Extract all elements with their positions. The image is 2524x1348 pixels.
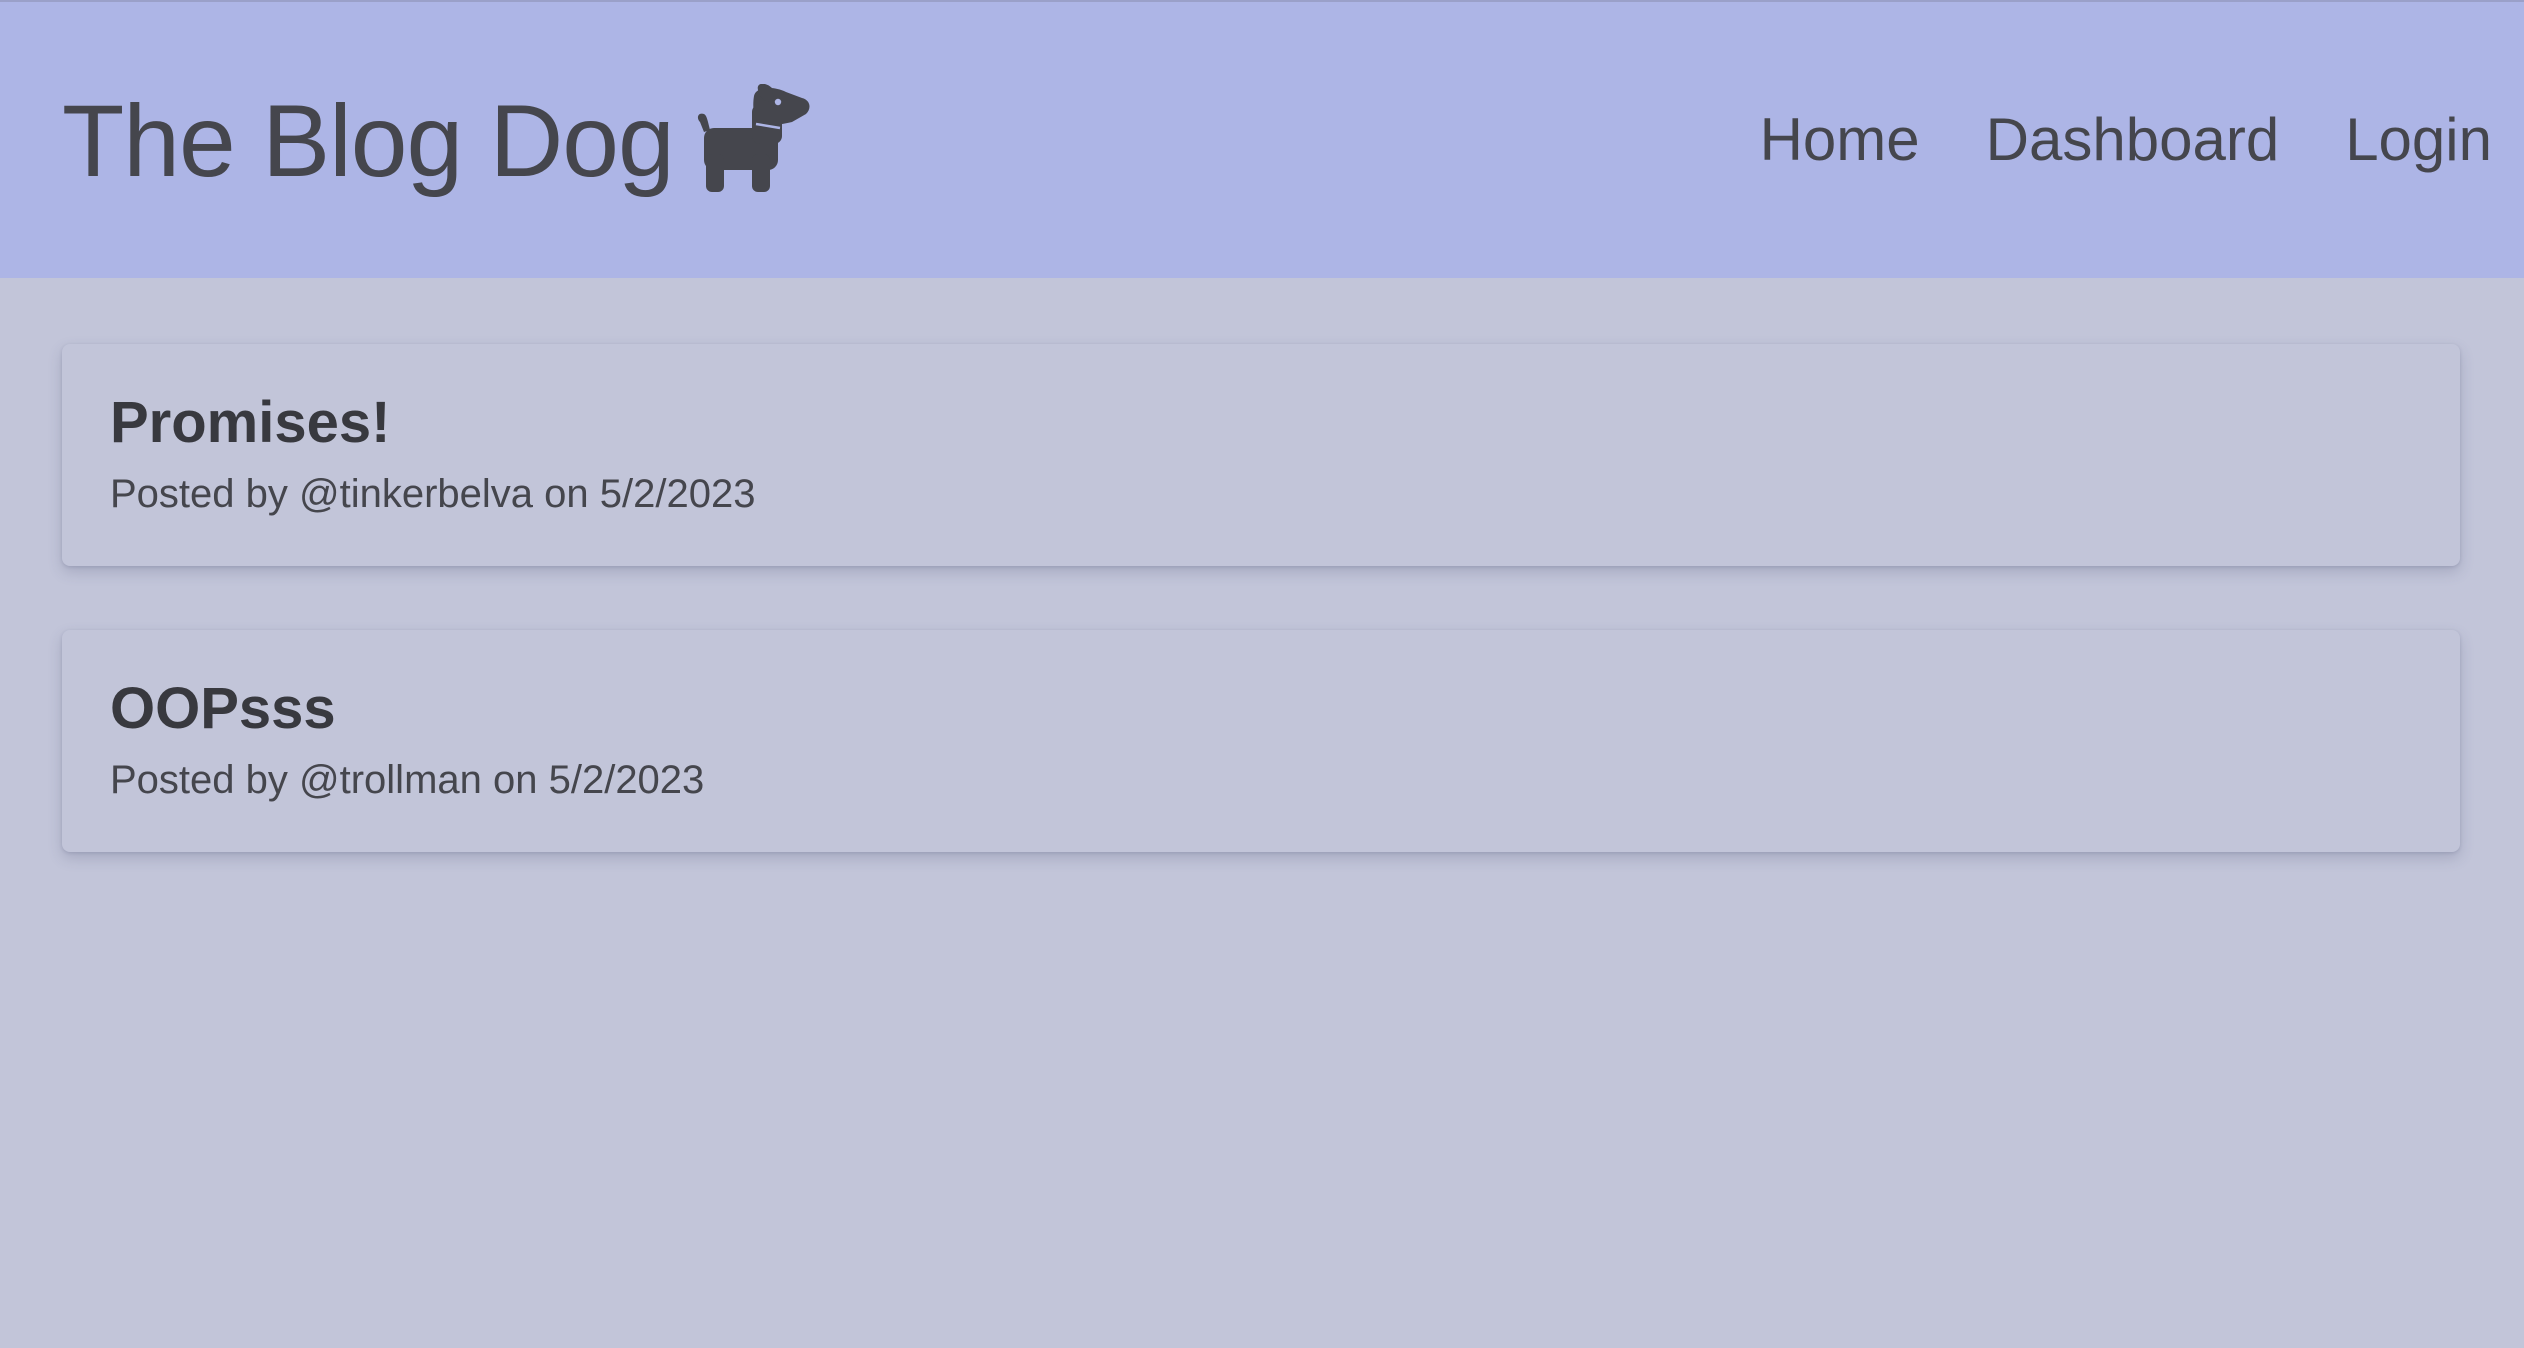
site-title: The Blog Dog [62, 84, 675, 198]
post-title[interactable]: Promises! [110, 394, 2412, 452]
post-card[interactable]: Promises! Posted by @tinkerbelva on 5/2/… [62, 344, 2460, 566]
site-header: The Blog Dog Home Dashboard Login [0, 0, 2524, 278]
post-card[interactable]: OOPsss Posted by @trollman on 5/2/2023 [62, 630, 2460, 852]
dog-icon [697, 84, 810, 192]
post-list: Promises! Posted by @tinkerbelva on 5/2/… [62, 344, 2460, 916]
nav-dashboard-link[interactable]: Dashboard [1986, 110, 2280, 170]
post-title[interactable]: OOPsss [110, 680, 2412, 738]
site-brand-link[interactable]: The Blog Dog [62, 84, 812, 198]
main-nav: Home Dashboard Login [1760, 110, 2492, 170]
post-meta: Posted by @tinkerbelva on 5/2/2023 [110, 472, 756, 516]
post-meta: Posted by @trollman on 5/2/2023 [110, 758, 705, 802]
nav-login-link[interactable]: Login [2345, 110, 2492, 170]
nav-home-link[interactable]: Home [1760, 110, 1920, 170]
